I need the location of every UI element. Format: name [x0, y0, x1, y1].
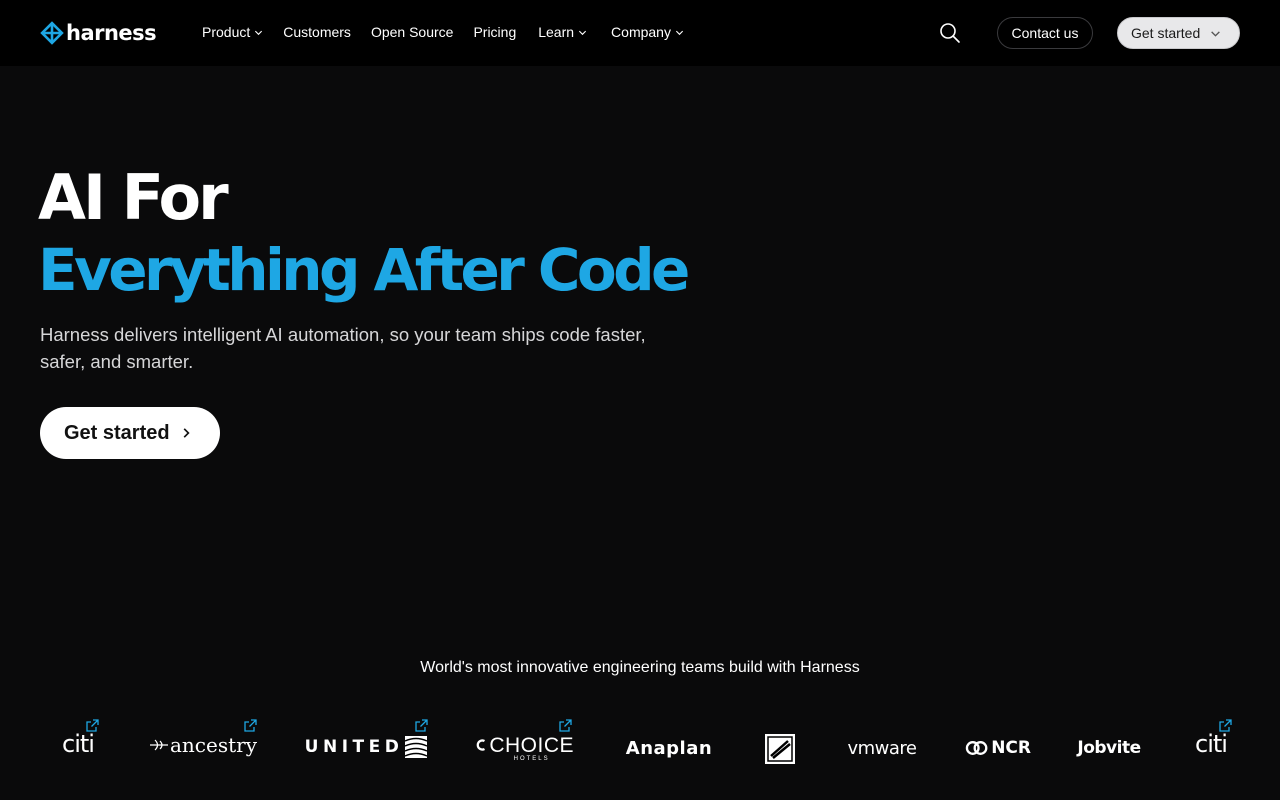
- choice-hotels-logo[interactable]: CHOICE HOTELS: [476, 735, 574, 767]
- ncr-logo-text: NCR: [991, 738, 1031, 758]
- harness-mark-icon: [40, 21, 64, 45]
- external-link-icon[interactable]: [86, 719, 99, 732]
- choice-c-icon: [476, 739, 486, 751]
- hero-subtitle: Harness delivers intelligent AI automati…: [40, 324, 646, 372]
- menu-item-learn[interactable]: Learn: [538, 24, 587, 40]
- menu-item-label: Customers: [283, 24, 351, 40]
- jobvite-logo-text: Jobvite: [1077, 738, 1141, 758]
- search-button[interactable]: [939, 22, 961, 44]
- choice-logo-text: CHOICE: [489, 734, 574, 757]
- united-globe-icon: [405, 736, 428, 758]
- contact-us-label: Contact us: [1011, 25, 1079, 41]
- menu-item-label: Pricing: [473, 24, 517, 40]
- hero-get-started-button[interactable]: Get started: [40, 407, 220, 459]
- citi-logo[interactable]: citi: [54, 729, 102, 759]
- hero-title-line1: AI For: [38, 161, 229, 234]
- vmware-logo[interactable]: vmware: [844, 735, 920, 761]
- menu-item-company[interactable]: Company: [611, 24, 684, 40]
- menu-item-label: Company: [611, 24, 671, 40]
- menu-item-label: Product: [202, 24, 251, 40]
- customers-title: World's most innovative engineering team…: [420, 659, 860, 676]
- jobvite-logo[interactable]: Jobvite: [1076, 735, 1142, 761]
- united-logo[interactable]: UNITED: [304, 735, 428, 759]
- menu-item-product[interactable]: Product: [202, 24, 263, 40]
- customer-logo-strip: citi ancestry UNITED CHOICE HOTELS Anapl…: [0, 715, 1280, 775]
- hero-cta-label: Get started: [64, 421, 170, 444]
- chevron-down-icon: [675, 30, 684, 35]
- harness-logo[interactable]: harness: [40, 20, 157, 46]
- search-icon: [940, 23, 960, 43]
- contact-us-button[interactable]: Contact us: [997, 17, 1093, 49]
- main-menu: Product Customers Open Source Pricing Le…: [202, 22, 704, 42]
- top-nav: harness Product Customers Open Source Pr…: [0, 0, 1280, 66]
- hero-title-line2: Everything After Code: [38, 236, 690, 304]
- brand-name: harness: [66, 21, 157, 45]
- menu-item-pricing[interactable]: Pricing: [473, 24, 516, 40]
- home-depot-square-icon: [764, 733, 795, 764]
- chevron-down-icon: [579, 30, 587, 35]
- citi-logo-text: citi: [1195, 730, 1228, 758]
- menu-item-label: Open Source: [370, 24, 454, 40]
- nav-get-started-button[interactable]: Get started: [1117, 17, 1240, 49]
- ncr-logo[interactable]: NCR: [965, 735, 1031, 761]
- chevron-down-icon: [255, 30, 263, 35]
- ncr-swirl-icon: [965, 741, 988, 755]
- external-link-icon[interactable]: [1219, 719, 1232, 732]
- anaplan-logo-text: Anaplan: [625, 737, 713, 759]
- external-link-icon[interactable]: [244, 719, 257, 732]
- home-depot-logo[interactable]: [763, 732, 796, 765]
- ancestry-logo[interactable]: ancestry: [146, 731, 260, 759]
- ancestry-leaf-icon: [149, 739, 168, 751]
- menu-item-open-source[interactable]: Open Source: [371, 24, 454, 40]
- ancestry-logo-text: ancestry: [169, 733, 257, 757]
- external-link-icon[interactable]: [415, 719, 428, 732]
- vmware-logo-text: vmware: [847, 737, 917, 759]
- united-logo-text: UNITED: [304, 737, 404, 757]
- external-link-icon[interactable]: [559, 719, 572, 732]
- choice-logo-subtext: HOTELS: [513, 756, 550, 762]
- citi-logo-text: citi: [62, 730, 95, 758]
- chevron-down-icon: [1211, 30, 1221, 37]
- get-started-label: Get started: [1131, 25, 1201, 41]
- anaplan-logo[interactable]: Anaplan: [618, 735, 720, 761]
- menu-item-label: Learn: [538, 24, 575, 40]
- menu-item-customers[interactable]: Customers: [283, 24, 351, 40]
- chevron-right-icon: [183, 428, 190, 438]
- citi-logo[interactable]: citi: [1187, 729, 1235, 759]
